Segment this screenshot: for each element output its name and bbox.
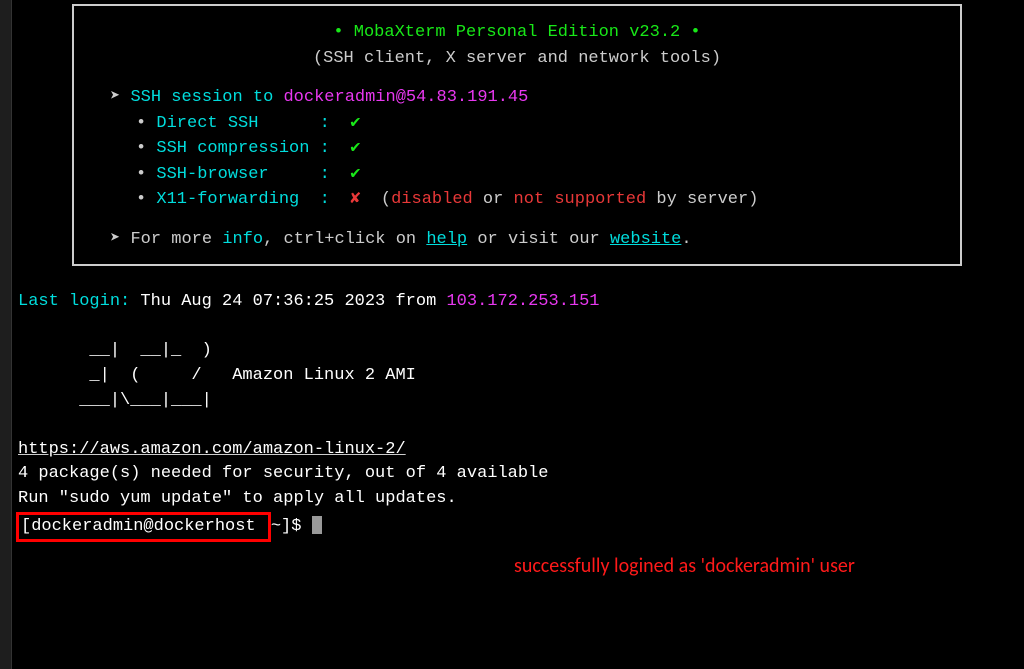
terminal-pane[interactable]: • MobaXterm Personal Edition v23.2 • (SS… — [14, 0, 1024, 546]
more-prefix: For more — [130, 230, 222, 249]
mobaxterm-banner: • MobaXterm Personal Edition v23.2 • (SS… — [72, 4, 962, 266]
update-line: Run "sudo yum update" to apply all updat… — [18, 489, 457, 508]
more-end: . — [681, 230, 691, 249]
feature-label: X11-forwarding : — [156, 190, 340, 209]
ascii-art-3: ___|\___|___| — [18, 391, 212, 410]
editor-gutter — [0, 0, 12, 669]
more-mid: , ctrl+click on — [263, 230, 426, 249]
feature-label: Direct SSH : — [156, 114, 340, 133]
banner-subtitle: (SSH client, X server and network tools) — [98, 46, 936, 72]
terminal-cursor — [312, 516, 322, 534]
feature-direct-ssh: • Direct SSH : ✔ — [98, 111, 936, 137]
session-line: ➤ SSH session to dockeradmin@54.83.191.4… — [98, 85, 936, 111]
prompt-user-host: [dockeradmin@dockerhost — [21, 517, 266, 536]
arrow-icon: ➤ — [110, 230, 120, 249]
feature-ssh-compression: • SSH compression : ✔ — [98, 136, 936, 162]
banner-title-text: MobaXterm Personal Edition v23.2 — [354, 23, 680, 42]
last-login-ip: 103.172.253.151 — [446, 292, 599, 311]
session-target: dockeradmin@54.83.191.45 — [283, 88, 528, 107]
annotation-text: successfully logined as 'dockeradmin' us… — [514, 554, 855, 578]
note-notsupported: not supported — [514, 190, 647, 209]
bullet-icon: • — [136, 190, 146, 209]
more-info: info — [222, 230, 263, 249]
check-icon: ✔ — [350, 114, 360, 133]
prompt-highlight-box: [dockeradmin@dockerhost — [16, 512, 271, 543]
banner-bullet-left: • — [333, 23, 343, 42]
cross-icon: ✘ — [350, 190, 360, 209]
last-login-time: Thu Aug 24 07:36:25 2023 from — [130, 292, 446, 311]
check-icon: ✔ — [350, 165, 360, 184]
amazon-linux-link[interactable]: https://aws.amazon.com/amazon-linux-2/ — [18, 440, 406, 459]
feature-x11-forwarding: • X11-forwarding : ✘ (disabled or not su… — [98, 187, 936, 213]
banner-title: • MobaXterm Personal Edition v23.2 • — [98, 20, 936, 46]
banner-bullet-right: • — [690, 23, 700, 42]
ascii-art-1: __| __|_ ) — [18, 341, 212, 360]
security-packages-line: 4 package(s) needed for security, out of… — [18, 464, 549, 483]
feature-label: SSH compression : — [156, 139, 340, 158]
session-label: SSH session to — [130, 88, 283, 107]
terminal-body: Last login: Thu Aug 24 07:36:25 2023 fro… — [18, 290, 1020, 542]
note-open: ( — [361, 190, 392, 209]
ascii-art-2: _| ( / Amazon Linux 2 AMI — [18, 366, 416, 385]
help-line: ➤ For more info, ctrl+click on help or v… — [98, 227, 936, 253]
feature-ssh-browser: • SSH-browser : ✔ — [98, 162, 936, 188]
feature-label: SSH-browser : — [156, 165, 340, 184]
help-link[interactable]: help — [426, 230, 467, 249]
bullet-icon: • — [136, 165, 146, 184]
bullet-icon: • — [136, 114, 146, 133]
note-disabled: disabled — [391, 190, 473, 209]
arrow-icon: ➤ — [110, 88, 120, 107]
note-or: or — [473, 190, 514, 209]
note-close: by server) — [646, 190, 758, 209]
bullet-icon: • — [136, 139, 146, 158]
more-mid2: or visit our — [467, 230, 610, 249]
prompt-rest: ~]$ — [271, 517, 312, 536]
check-icon: ✔ — [350, 139, 360, 158]
last-login-label: Last login: — [18, 292, 130, 311]
website-link[interactable]: website — [610, 230, 681, 249]
